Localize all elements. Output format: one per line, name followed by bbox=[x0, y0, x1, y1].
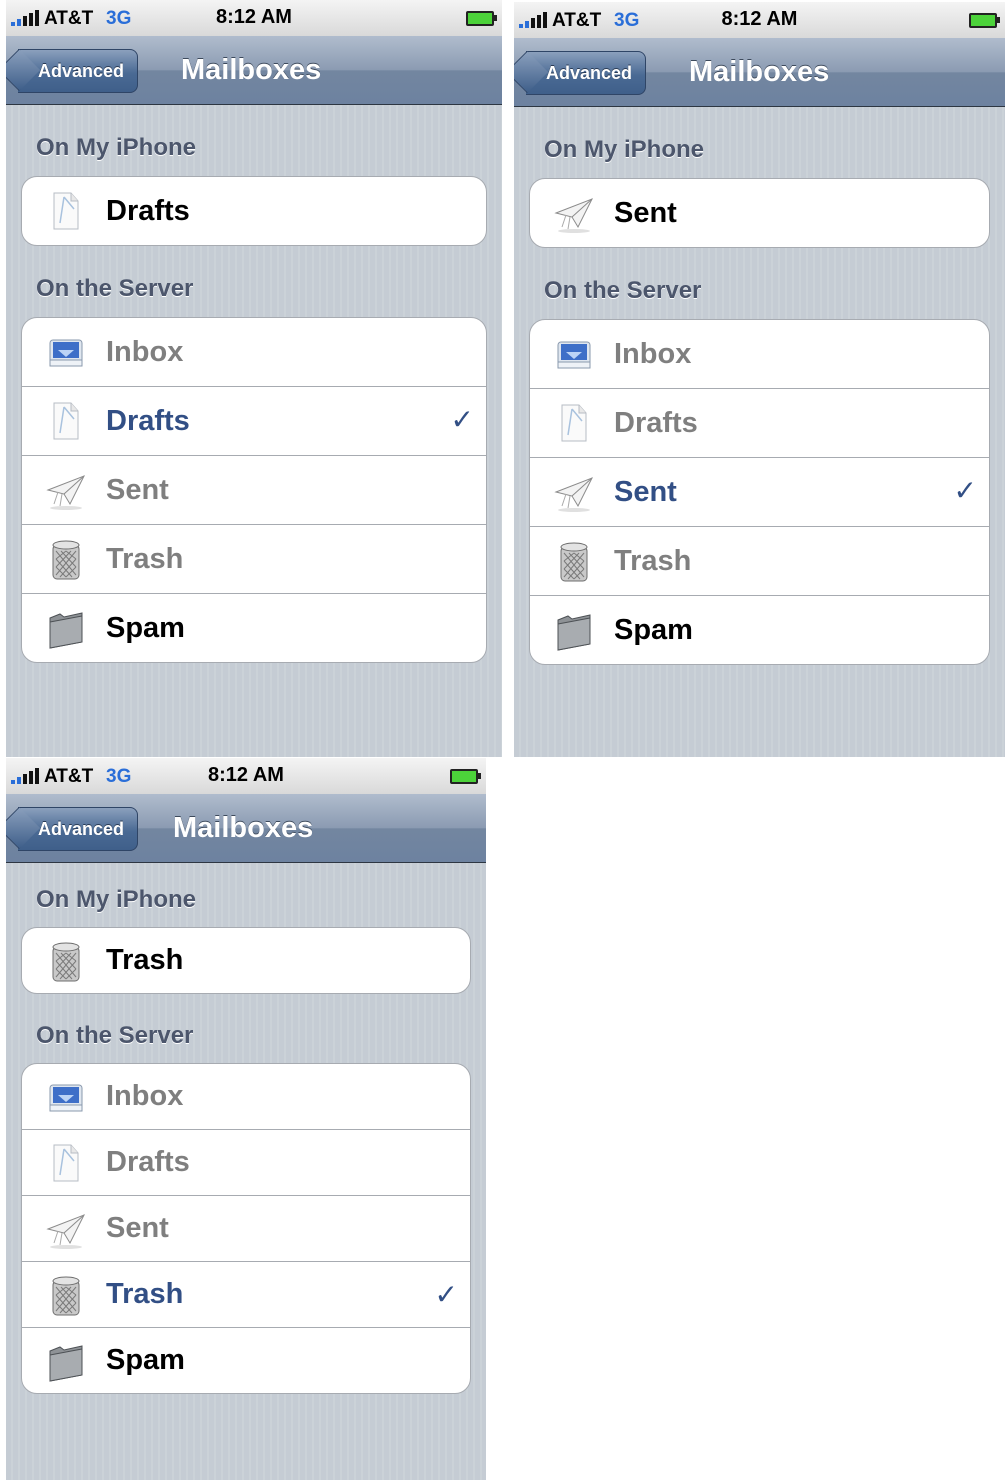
back-button[interactable]: Advanced bbox=[18, 807, 139, 851]
mailbox-label: Sent bbox=[106, 1212, 169, 1244]
navigation-bar: Advanced Mailboxes bbox=[6, 36, 502, 105]
page-title: Mailboxes bbox=[173, 811, 314, 844]
screen-2: AT&T 3G 8:12 AM Advanced Mailboxes On My iPho… bbox=[514, 2, 1005, 757]
mailbox-row-spam[interactable]: Spam bbox=[22, 594, 486, 662]
drafts-icon bbox=[44, 1141, 88, 1185]
checkmark-icon: ✓ bbox=[450, 404, 474, 435]
screen-1: AT&T 3G 8:12 AM Advanced Mailboxes On My iPho… bbox=[6, 0, 502, 757]
mailbox-row-phone[interactable]: Sent bbox=[530, 179, 989, 247]
battery-icon bbox=[466, 11, 497, 26]
status-bar: AT&T 3G 8:12 AM bbox=[514, 2, 1005, 39]
mailbox-label: Trash bbox=[614, 544, 692, 577]
mailbox-label: Drafts bbox=[106, 404, 190, 437]
folder-icon bbox=[44, 606, 88, 650]
status-bar: AT&T 3G 8:12 AM bbox=[6, 0, 502, 37]
mailbox-label: Inbox bbox=[106, 335, 184, 368]
mailbox-row-trash[interactable]: Trash ✓ bbox=[22, 1262, 470, 1328]
sent-icon bbox=[44, 1207, 88, 1251]
on-my-iphone-group: Drafts bbox=[21, 176, 487, 246]
inbox-icon bbox=[552, 332, 596, 376]
section-header-on-my-iphone: On My iPhone bbox=[544, 136, 705, 163]
page-title: Mailboxes bbox=[181, 53, 322, 86]
mailbox-label: Spam bbox=[106, 611, 185, 644]
mailbox-row-drafts: Drafts bbox=[530, 389, 989, 458]
mailbox-row-drafts: Drafts bbox=[22, 1130, 470, 1196]
on-the-server-group: Inbox Drafts ✓ Sent Trash Spam bbox=[21, 317, 487, 663]
section-header-on-the-server: On the Server bbox=[36, 275, 194, 302]
trash-icon bbox=[44, 537, 88, 581]
section-header-on-my-iphone: On My iPhone bbox=[36, 134, 197, 161]
mailbox-label: Inbox bbox=[614, 337, 692, 370]
folder-icon bbox=[552, 608, 596, 652]
sent-icon bbox=[44, 468, 88, 512]
on-my-iphone-group: Trash bbox=[21, 927, 471, 994]
section-header-on-the-server: On the Server bbox=[36, 1022, 194, 1049]
clock: 8:12 AM bbox=[721, 8, 798, 30]
section-header-on-my-iphone: On My iPhone bbox=[36, 886, 197, 913]
mailbox-row-drafts[interactable]: Drafts ✓ bbox=[22, 387, 486, 456]
mailbox-label: Trash bbox=[106, 944, 184, 976]
mailbox-label: Inbox bbox=[106, 1080, 184, 1112]
sent-icon bbox=[552, 191, 596, 235]
section-header-on-the-server: On the Server bbox=[544, 277, 702, 304]
drafts-icon bbox=[44, 189, 88, 233]
back-button-label: Advanced bbox=[38, 60, 125, 81]
mailbox-row-inbox: Inbox bbox=[530, 320, 989, 389]
back-button[interactable]: Advanced bbox=[526, 51, 647, 95]
mailbox-row-spam[interactable]: Spam bbox=[530, 596, 989, 664]
mailbox-row-sent: Sent bbox=[22, 456, 486, 525]
on-the-server-group: Inbox Drafts Sent Trash ✓ Spam bbox=[21, 1063, 471, 1394]
mailbox-label: Sent bbox=[614, 196, 677, 229]
sent-icon bbox=[552, 470, 596, 514]
mailbox-row-inbox: Inbox bbox=[22, 318, 486, 387]
battery-icon bbox=[969, 13, 1000, 28]
status-bar: AT&T 3G 8:12 AM bbox=[6, 758, 486, 795]
inbox-icon bbox=[44, 330, 88, 374]
trash-icon bbox=[552, 539, 596, 583]
folder-icon bbox=[44, 1339, 88, 1383]
mailbox-row-phone[interactable]: Drafts bbox=[22, 177, 486, 245]
battery-icon bbox=[450, 769, 481, 784]
checkmark-icon: ✓ bbox=[434, 1279, 458, 1310]
mailbox-label: Spam bbox=[614, 613, 693, 646]
mailbox-label: Sent bbox=[614, 475, 677, 508]
back-button-label: Advanced bbox=[546, 62, 633, 83]
inbox-icon bbox=[44, 1075, 88, 1119]
page-title: Mailboxes bbox=[689, 55, 830, 88]
mailbox-row-phone[interactable]: Trash bbox=[22, 928, 470, 993]
mailbox-label: Trash bbox=[106, 1278, 184, 1310]
mailbox-row-sent: Sent bbox=[22, 1196, 470, 1262]
back-button[interactable]: Advanced bbox=[18, 49, 139, 93]
navigation-bar: Advanced Mailboxes bbox=[514, 38, 1005, 107]
drafts-icon bbox=[552, 401, 596, 445]
navigation-bar: Advanced Mailboxes bbox=[6, 794, 486, 863]
mailbox-label: Drafts bbox=[106, 1146, 190, 1178]
clock: 8:12 AM bbox=[216, 6, 292, 28]
screen-3: AT&T 3G 8:12 AM Advanced Mailboxes On My iPho… bbox=[6, 758, 486, 1480]
mailbox-label: Drafts bbox=[614, 406, 698, 439]
mailbox-row-sent[interactable]: Sent ✓ bbox=[530, 458, 989, 527]
clock: 8:12 AM bbox=[208, 764, 284, 786]
mailbox-row-inbox: Inbox bbox=[22, 1064, 470, 1130]
trash-icon bbox=[44, 1273, 88, 1317]
mailbox-label: Sent bbox=[106, 473, 169, 506]
drafts-icon bbox=[44, 399, 88, 443]
mailbox-label: Trash bbox=[106, 542, 184, 575]
mailbox-row-trash: Trash bbox=[22, 525, 486, 594]
checkmark-icon: ✓ bbox=[953, 475, 977, 506]
on-my-iphone-group: Sent bbox=[529, 178, 990, 248]
mailbox-row-trash: Trash bbox=[530, 527, 989, 596]
mailbox-label: Drafts bbox=[106, 194, 190, 227]
mailbox-row-spam[interactable]: Spam bbox=[22, 1328, 470, 1393]
mailbox-label: Spam bbox=[106, 1344, 185, 1376]
back-button-label: Advanced bbox=[38, 818, 125, 839]
on-the-server-group: Inbox Drafts Sent ✓ Trash Spam bbox=[529, 319, 990, 665]
trash-icon bbox=[44, 939, 88, 983]
